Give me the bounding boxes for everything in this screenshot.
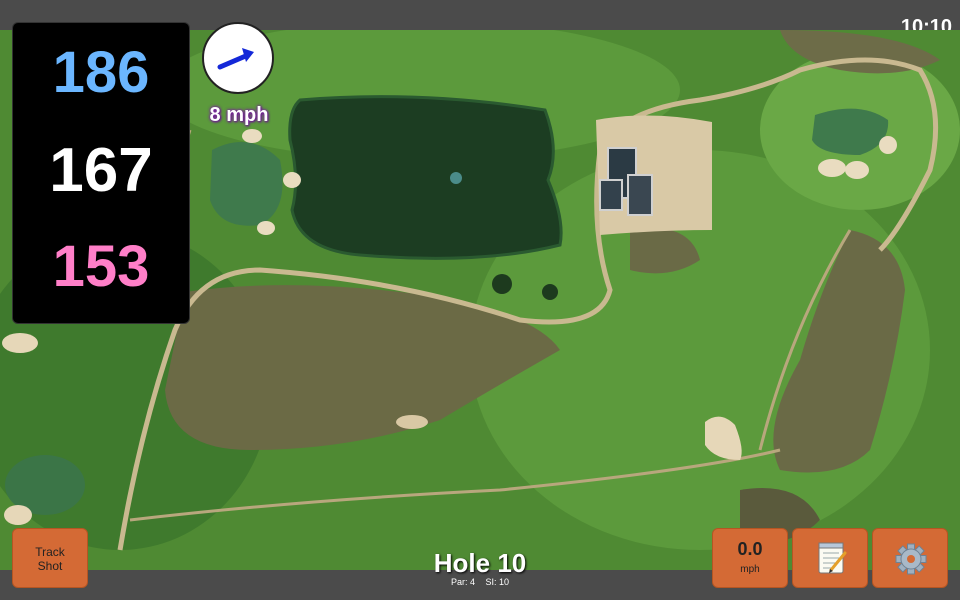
bunker — [396, 415, 428, 429]
bunker — [845, 161, 869, 179]
track-shot-label-line2: Shot — [37, 559, 63, 573]
wind-indicator[interactable] — [202, 22, 274, 94]
hole-title: Hole 10 — [433, 548, 527, 578]
clubhouse-building — [627, 174, 653, 216]
track-shot-label-line1: Track — [35, 545, 65, 559]
gear-icon — [895, 543, 927, 575]
bunker — [4, 505, 32, 525]
back-distance: 186 — [52, 40, 150, 105]
bunker — [2, 333, 38, 353]
bunker — [257, 221, 275, 235]
track-shot-button[interactable]: Track Shot — [12, 528, 88, 588]
fountain — [450, 172, 462, 184]
bunker — [283, 172, 301, 188]
speed-button[interactable]: 0.0 mph — [712, 528, 788, 588]
green — [210, 142, 283, 226]
distance-panel: 186 167 153 — [12, 22, 190, 324]
arrow-icon — [217, 48, 254, 70]
speed-value: 0.0 — [737, 539, 763, 559]
notes-button[interactable] — [792, 528, 868, 588]
pond — [288, 95, 563, 260]
tree — [492, 274, 512, 294]
middle-distance: 167 — [49, 136, 153, 205]
bunker — [242, 129, 262, 143]
hole-meta: Par: 4 SI: 10 — [380, 577, 580, 587]
bunker — [818, 159, 846, 177]
hole-par: Par: 4 — [450, 577, 475, 587]
settings-button[interactable] — [872, 528, 948, 588]
front-distance: 153 — [52, 234, 150, 299]
hole-stroke-index: SI: 10 — [485, 577, 510, 587]
clubhouse-building — [599, 179, 623, 211]
speed-unit: mph — [740, 564, 760, 575]
bunker — [879, 136, 897, 154]
tree — [542, 284, 558, 300]
wind-speed: 8 mph — [209, 104, 269, 126]
notepad-icon — [818, 542, 847, 574]
